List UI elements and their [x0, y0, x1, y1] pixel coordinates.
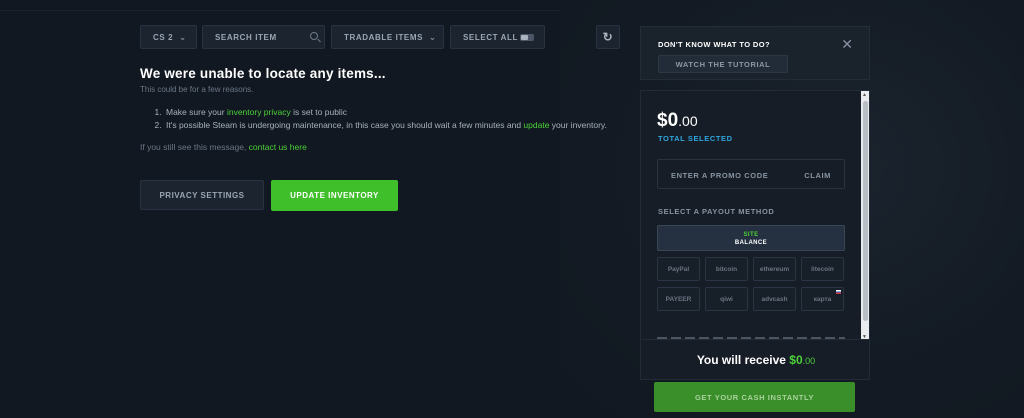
chevron-down-icon: ⌄	[429, 32, 437, 42]
reason-text: It's possible Steam is undergoing mainte…	[166, 120, 524, 130]
game-select[interactable]: CS 2 ⌄	[140, 25, 197, 49]
claim-button[interactable]: CLAIM	[804, 171, 831, 180]
total-amount-main: $0	[657, 110, 679, 131]
update-link[interactable]: update	[523, 120, 549, 130]
message-title: We were unable to locate any items...	[140, 66, 386, 81]
message-subtitle: This could be for a few reasons.	[140, 85, 254, 94]
receive-amount: $0.00	[789, 353, 815, 367]
contact-prefix: If you still see this message,	[140, 142, 249, 152]
search-input[interactable]: SEARCH ITEM	[202, 25, 325, 49]
promo-placeholder: ENTER A PROMO CODE	[671, 171, 769, 180]
chevron-down-icon: ⌄	[179, 32, 187, 42]
help-question: DON'T KNOW WHAT TO DO?	[658, 40, 770, 49]
search-placeholder: SEARCH ITEM	[215, 32, 277, 42]
privacy-settings-button[interactable]: PRIVACY SETTINGS	[140, 180, 264, 210]
inventory-privacy-link[interactable]: inventory privacy	[227, 107, 291, 117]
tutorial-banner: DON'T KNOW WHAT TO DO? ✕ WATCH THE TUTOR…	[640, 26, 870, 80]
receive-text: You will receive $0.00	[641, 353, 871, 367]
payment-ethereum[interactable]: ethereum	[753, 257, 796, 281]
flag-icon	[836, 290, 841, 294]
reason-text: Make sure your	[166, 107, 227, 117]
tradable-items-dropdown[interactable]: TRADABLE ITEMS ⌄	[331, 25, 444, 49]
cart-scrollbar[interactable]: ▲ ▼	[861, 91, 869, 339]
contact-us-link[interactable]: contact us here	[249, 142, 307, 152]
site-balance-line1: SITE	[743, 232, 759, 238]
payment-card[interactable]: карта	[801, 287, 844, 311]
payment-qiwi[interactable]: qiwi	[705, 287, 748, 311]
payment-paypal[interactable]: PayPal	[657, 257, 700, 281]
reasons-list: Make sure your inventory privacy is set …	[164, 106, 610, 132]
promo-code-field[interactable]: ENTER A PROMO CODE CLAIM	[657, 159, 845, 189]
watch-tutorial-button[interactable]: WATCH THE TUTORIAL	[658, 55, 788, 73]
scrollbar-thumb[interactable]	[862, 101, 868, 321]
receive-label: You will receive	[696, 353, 790, 367]
total-selected-label: TOTAL SELECTED	[658, 134, 733, 143]
empty-inventory-message: We were unable to locate any items... Th…	[140, 66, 610, 152]
select-all-toggle[interactable]: SELECT ALL	[450, 25, 545, 49]
close-icon[interactable]: ✕	[841, 36, 853, 53]
receive-summary: You will receive $0.00	[640, 340, 870, 380]
cart-panel: $0.00 TOTAL SELECTED ENTER A PROMO CODE …	[640, 90, 870, 340]
reason-item: It's possible Steam is undergoing mainte…	[164, 119, 610, 132]
reason-text: your inventory.	[549, 120, 607, 130]
site-balance-option[interactable]: SITE BALANCE	[657, 225, 845, 251]
payment-card-label: карта	[813, 295, 832, 303]
toggle-switch-icon[interactable]	[520, 34, 534, 41]
scroll-up-icon[interactable]: ▲	[862, 92, 867, 98]
site-balance-line2: BALANCE	[734, 240, 768, 246]
refresh-button[interactable]: ↻	[596, 25, 620, 49]
payment-payeer[interactable]: PAYEER	[657, 287, 700, 311]
get-cash-button[interactable]: GET YOUR CASH INSTANTLY	[654, 382, 855, 412]
update-inventory-button[interactable]: UPDATE INVENTORY	[271, 180, 398, 211]
payment-litecoin[interactable]: litecoin	[801, 257, 844, 281]
select-all-label: SELECT ALL	[463, 32, 519, 42]
game-select-label: CS 2	[153, 32, 174, 42]
total-amount-cents: .00	[678, 113, 698, 129]
reason-item: Make sure your inventory privacy is set …	[164, 106, 610, 119]
search-icon	[310, 32, 318, 40]
receive-amount-cents: .00	[802, 356, 816, 366]
payout-method-label: SELECT A PAYOUT METHOD	[658, 207, 775, 216]
total-amount: $0.00	[657, 110, 698, 132]
payment-advcash[interactable]: advcash	[753, 287, 796, 311]
refresh-icon: ↻	[602, 30, 614, 44]
reason-text: is set to public	[290, 107, 347, 117]
contact-text: If you still see this message, contact u…	[140, 142, 610, 152]
tradable-items-label: TRADABLE ITEMS	[344, 32, 424, 42]
payment-bitcoin[interactable]: bitcoin	[705, 257, 748, 281]
receive-amount-main: $0	[789, 353, 803, 367]
